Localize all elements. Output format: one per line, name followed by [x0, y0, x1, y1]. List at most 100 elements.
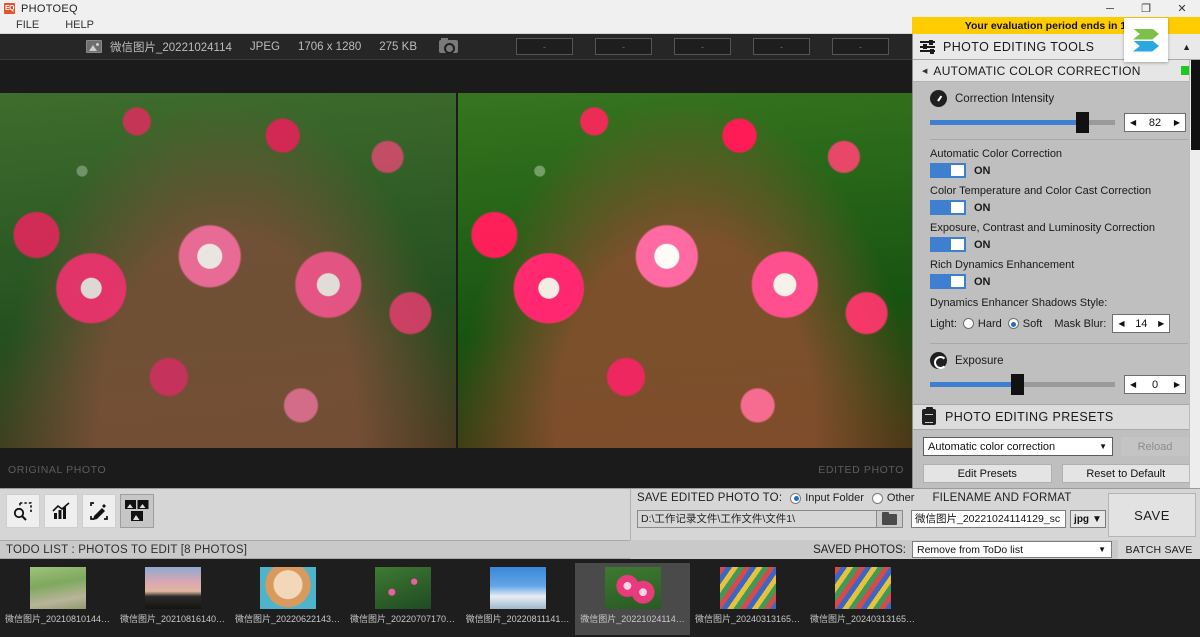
- edited-photo-label: EDITED PHOTO: [818, 464, 904, 476]
- list-item[interactable]: 微信图片_20221024114…: [575, 563, 690, 635]
- stepper-increment-icon[interactable]: ▶: [1174, 118, 1180, 127]
- info-filename: 微信图片_20221024114: [110, 41, 232, 54]
- toggle-state-exposure-contrast: ON: [974, 238, 991, 251]
- compare-view-icon[interactable]: [120, 494, 154, 528]
- format-select[interactable]: jpg ▼: [1070, 510, 1106, 528]
- divider: [930, 139, 1188, 140]
- other-label: Other: [886, 492, 915, 504]
- stepper-decrement-icon[interactable]: ◀: [1130, 118, 1136, 127]
- radio-soft[interactable]: [1007, 318, 1019, 329]
- window-title: PHOTOEQ: [21, 2, 78, 15]
- thumbnail-label: 微信图片_20210810144…: [4, 614, 111, 624]
- folder-browse-icon[interactable]: [877, 510, 903, 528]
- exposure-slider[interactable]: [930, 374, 1115, 395]
- section-automatic-color-correction[interactable]: ◀ AUTOMATIC COLOR CORRECTION: [913, 60, 1200, 82]
- stepper-decrement-icon[interactable]: ◀: [1118, 319, 1124, 328]
- thumbnail-label: 微信图片_20240313165…: [694, 614, 801, 624]
- list-item[interactable]: 微信图片_20220622143…: [230, 563, 345, 635]
- header-button-5[interactable]: -: [832, 38, 889, 55]
- radio-input-folder[interactable]: [790, 492, 802, 504]
- zoom-select-icon[interactable]: [6, 494, 40, 528]
- format-value: jpg: [1074, 513, 1090, 525]
- original-photo[interactable]: [0, 93, 456, 448]
- exposure-label: Exposure: [955, 354, 1004, 367]
- toggle-color-temperature[interactable]: [930, 200, 966, 215]
- close-button[interactable]: ✕: [1164, 0, 1200, 17]
- list-item[interactable]: 微信图片_20220811141…: [460, 563, 575, 635]
- app-logo-icon: EQ: [4, 3, 15, 14]
- stepper-decrement-icon[interactable]: ◀: [1130, 380, 1136, 389]
- toggle-label-color-temp: Color Temperature and Color Cast Correct…: [930, 185, 1152, 197]
- exposure-stepper[interactable]: ◀ 0 ▶: [1124, 375, 1186, 394]
- batch-save-button[interactable]: BATCH SAVE: [1118, 540, 1200, 559]
- collapse-caret-icon[interactable]: ▲: [1182, 42, 1191, 52]
- thumbnail-image: [834, 567, 891, 609]
- toggle-label-rich-dynamics: Rich Dynamics Enhancement: [930, 259, 1075, 271]
- toggle-exposure-contrast[interactable]: [930, 237, 966, 252]
- eyedropper-edit-icon[interactable]: [82, 494, 116, 528]
- radio-hard[interactable]: [962, 318, 974, 329]
- save-button[interactable]: SAVE: [1108, 493, 1196, 537]
- header-button-4[interactable]: -: [753, 38, 810, 55]
- toggle-row-rich-dynamics: ON: [930, 274, 1188, 289]
- filename-input[interactable]: 微信图片_20221024114129_sc: [911, 510, 1066, 528]
- toggle-auto-color-correction[interactable]: [930, 163, 966, 178]
- preset-select[interactable]: Automatic color correction ▼: [923, 437, 1113, 456]
- list-item[interactable]: 微信图片_20210810144…: [0, 563, 115, 635]
- menu-file[interactable]: FILE: [6, 19, 49, 31]
- thumbnail-image: [259, 567, 316, 609]
- photo-compare-area: ORIGINAL PHOTO EDITED PHOTO: [0, 60, 912, 488]
- panel-scrollbar[interactable]: [1189, 60, 1200, 488]
- thumbnail-image: [604, 567, 661, 609]
- radio-other[interactable]: [871, 492, 883, 504]
- list-item[interactable]: 微信图片_20240313165…: [805, 563, 920, 635]
- filmstrip: 微信图片_20210810144… 微信图片_20210816140… 微信图片…: [0, 559, 1200, 637]
- mask-blur-value: 14: [1135, 317, 1148, 330]
- presets-title: PHOTO EDITING PRESETS: [945, 410, 1114, 424]
- toggle-state-rich-dynamics: ON: [974, 275, 991, 288]
- photo-editing-tools-panel: PHOTO EDITING TOOLS ▲ ◀ AUTOMATIC COLOR …: [912, 34, 1200, 488]
- scrollbar-thumb[interactable]: [1191, 60, 1200, 150]
- saved-photos-value: Remove from ToDo list: [917, 543, 1024, 556]
- title-bar: EQ PHOTOEQ ─ ❐ ✕: [0, 0, 1200, 17]
- presets-body: Automatic color correction ▼ Reload Edit…: [913, 430, 1200, 483]
- correction-intensity-stepper[interactable]: ◀ 82 ▶: [1124, 113, 1186, 132]
- todo-list-label: TODO LIST : PHOTOS TO EDIT [8 PHOTOS]: [6, 543, 248, 556]
- header-button-3[interactable]: -: [674, 38, 731, 55]
- header-button-2[interactable]: -: [595, 38, 652, 55]
- chevron-down-icon: ▼: [1092, 513, 1102, 525]
- sliders-icon: [920, 39, 935, 54]
- camera-icon[interactable]: [439, 38, 458, 54]
- saved-photos-row: SAVED PHOTOS: Remove from ToDo list ▼ BA…: [630, 540, 1200, 559]
- edited-photo[interactable]: [458, 93, 912, 448]
- exposure-value: 0: [1151, 378, 1159, 391]
- thumbnail-image: [489, 567, 546, 609]
- save-path-input[interactable]: D:\工作记录文件\工作文件\文件1\: [637, 510, 877, 528]
- reset-to-default-button[interactable]: Reset to Default: [1061, 464, 1190, 483]
- photoeq-window: EQ PHOTOEQ ─ ❐ ✕ FILE HELP Your evaluati…: [0, 0, 1200, 637]
- histogram-icon[interactable]: [44, 494, 78, 528]
- menu-help[interactable]: HELP: [55, 19, 104, 31]
- toggle-rich-dynamics[interactable]: [930, 274, 966, 289]
- save-to-label: SAVE EDITED PHOTO TO:: [637, 492, 783, 504]
- correction-intensity-label-row: Correction Intensity: [930, 90, 1188, 107]
- stepper-increment-icon[interactable]: ▶: [1174, 380, 1180, 389]
- toggle-state-color-temp: ON: [974, 201, 991, 214]
- minimize-button[interactable]: ─: [1092, 0, 1128, 17]
- list-item[interactable]: 微信图片_20210816140…: [115, 563, 230, 635]
- stepper-increment-icon[interactable]: ▶: [1158, 319, 1164, 328]
- header-button-1[interactable]: -: [516, 38, 573, 55]
- panel-title: PHOTO EDITING TOOLS: [943, 39, 1095, 54]
- mask-blur-stepper[interactable]: ◀ 14 ▶: [1112, 314, 1171, 333]
- list-item[interactable]: 微信图片_20220707170…: [345, 563, 460, 635]
- maximize-button[interactable]: ❐: [1128, 0, 1164, 17]
- shadows-style-row: Light: Hard Soft Mask Blur: ◀ 14 ▶: [930, 314, 1188, 333]
- edit-presets-button[interactable]: Edit Presets: [923, 464, 1052, 483]
- exposure-icon: [930, 352, 947, 369]
- evaluation-banner-text: Your evaluation period ends in 10 da: [964, 19, 1148, 32]
- correction-intensity-value: 82: [1148, 116, 1162, 129]
- saved-photos-select[interactable]: Remove from ToDo list ▼: [912, 541, 1112, 558]
- correction-intensity-slider[interactable]: [930, 112, 1115, 133]
- mask-blur-label: Mask Blur:: [1054, 317, 1107, 330]
- list-item[interactable]: 微信图片_20240313165…: [690, 563, 805, 635]
